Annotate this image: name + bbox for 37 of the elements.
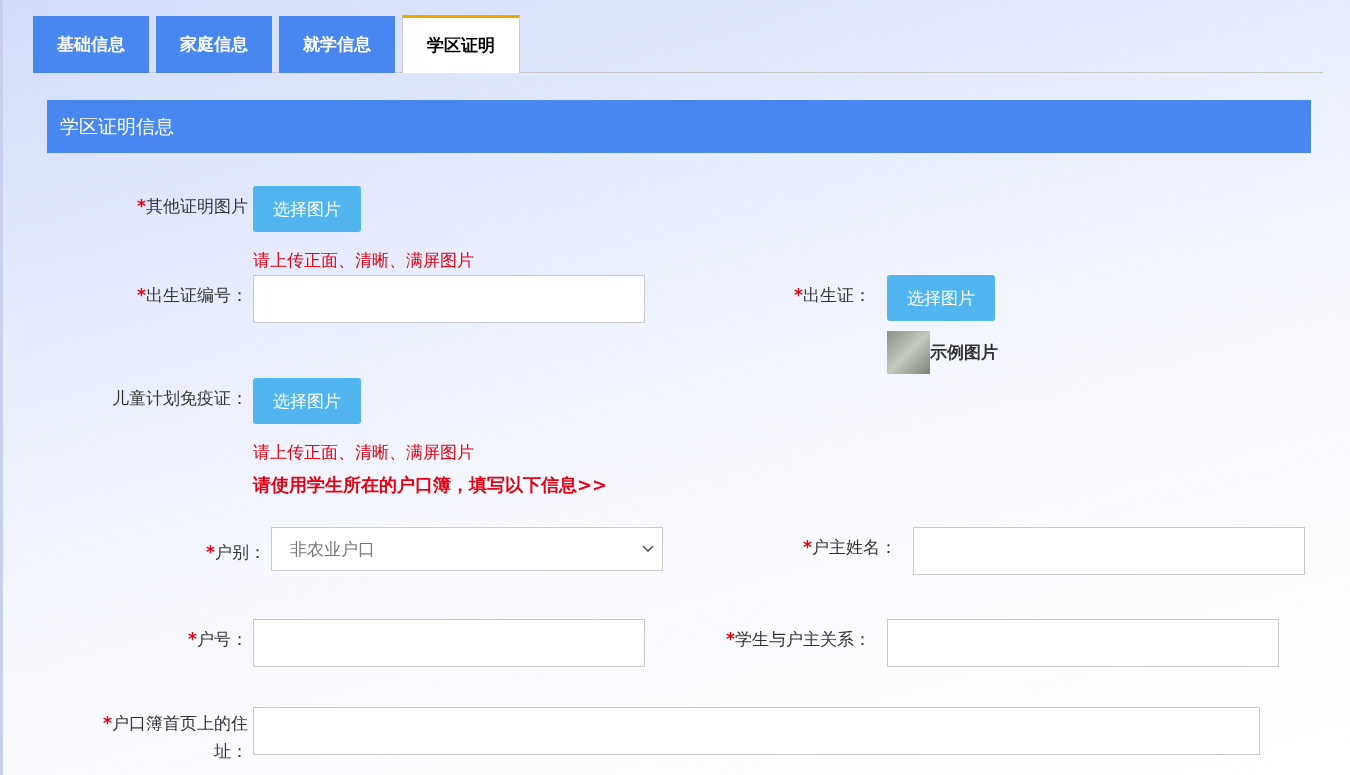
input-field[interactable] [253,707,1260,755]
tab[interactable]: 家庭信息 [156,16,272,73]
input-field[interactable] [253,275,645,323]
required-mark: * [206,542,215,562]
section-header: 学区证明信息 [47,100,1311,153]
field-label: 出生证编号： [146,285,248,305]
upload-hint: 请上传正面、清晰、满屏图片 [253,441,474,464]
required-mark: * [137,196,146,216]
field-label: 户别： [215,542,266,562]
upload-hint: 请上传正面、清晰、满屏图片 [253,249,474,272]
sample-image-link[interactable]: 示例图片 [930,341,998,364]
choose-image-button[interactable]: 选择图片 [887,275,995,321]
photo-placeholder [887,331,930,374]
field-label: 户主姓名： [812,537,897,557]
input-field[interactable] [253,619,645,667]
required-mark: * [137,285,146,305]
field-label: 学生与户主关系： [735,629,871,649]
choose-image-button[interactable]: 选择图片 [253,186,361,232]
field-label: 出生证： [803,285,871,305]
chevron-down-icon [642,545,654,553]
required-mark: * [803,537,812,557]
choose-image-button[interactable]: 选择图片 [253,378,361,424]
tab[interactable]: 基础信息 [33,16,149,73]
tab[interactable]: 就学信息 [279,16,395,73]
notice-text: 请使用学生所在的户口簿，填写以下信息>> [253,473,608,497]
required-mark: * [794,285,803,305]
tab[interactable]: 学区证明 [402,15,520,73]
field-label: 户口簿首页上的住址： [112,713,248,761]
select-field[interactable]: 非农业户口 [271,527,663,571]
input-field[interactable] [913,527,1305,575]
input-field[interactable] [887,619,1279,667]
required-mark: * [188,629,197,649]
required-mark: * [103,713,112,733]
field-label: 儿童计划免疫证： [112,388,248,408]
field-label: 其他证明图片 [146,196,248,216]
field-label: 户号： [197,629,248,649]
required-mark: * [726,629,735,649]
